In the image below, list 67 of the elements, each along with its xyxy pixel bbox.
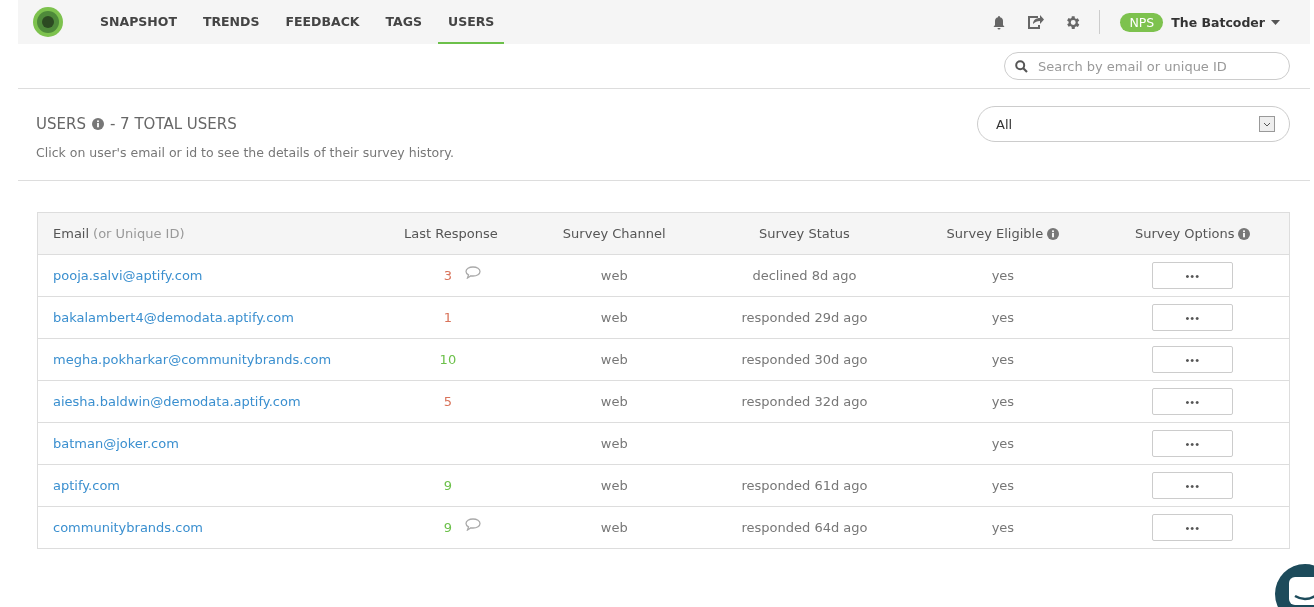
column-header: Survey Channel [562, 226, 666, 241]
options-button[interactable]: ••• [1152, 388, 1234, 415]
table-cell: web [600, 394, 628, 409]
nps-score: 9 [442, 520, 454, 535]
user-email-link[interactable]: batman@joker.com [53, 436, 179, 451]
nps-score: 5 [442, 394, 454, 409]
user-email-link[interactable]: aptify.com [53, 478, 120, 493]
table-cell: yes [991, 268, 1015, 283]
gear-icon[interactable] [1064, 13, 1082, 31]
nps-score: 3 [442, 268, 454, 283]
page-title: USERS [36, 115, 86, 133]
search-input[interactable]: Search by email or unique ID [1036, 57, 1279, 75]
table-cell: web [600, 310, 628, 325]
chat-launcher-icon[interactable] [1275, 564, 1314, 607]
caret-icon [1271, 19, 1280, 25]
column-header: Survey Eligible [946, 226, 1044, 241]
options-button[interactable]: ••• [1152, 430, 1234, 457]
table-cell: yes [991, 478, 1015, 493]
column-header: Survey Status [759, 226, 850, 241]
table-cell: yes [991, 352, 1015, 367]
table-cell: web [600, 352, 628, 367]
table-cell: yes [991, 310, 1015, 325]
nps-score: 9 [442, 478, 454, 493]
user-email-link[interactable]: bakalambert4@demodata.aptify.com [53, 310, 294, 325]
options-button[interactable]: ••• [1152, 304, 1234, 331]
user-email-link[interactable]: pooja.salvi@aptify.com [53, 268, 203, 283]
table-cell: responded 29d ago [741, 310, 868, 325]
instruction-text: Click on user's email or id to see the details of their survey history. [36, 145, 454, 160]
nps-badge: NPS [1120, 12, 1164, 32]
search-icon [1015, 59, 1028, 73]
user-email-link[interactable]: megha.pokharkar@communitybrands.com [53, 352, 332, 367]
user-email-link[interactable]: communitybrands.com [53, 520, 204, 535]
user-count: - 7 TOTAL USERS [109, 115, 237, 133]
options-button[interactable]: ••• [1152, 514, 1234, 541]
table-cell: yes [991, 394, 1015, 409]
logo-icon[interactable] [32, 6, 64, 38]
nav-tab[interactable]: USERS [438, 0, 505, 44]
options-button[interactable]: ••• [1152, 262, 1234, 289]
nps-score: 10 [439, 352, 457, 367]
table-cell: web [600, 478, 628, 493]
table-cell: yes [991, 520, 1015, 535]
column-header: Email [53, 226, 90, 241]
table-cell: responded 61d ago [741, 478, 868, 493]
user-email-link[interactable]: aiesha.baldwin@demodata.aptify.com [53, 394, 301, 409]
table-cell: yes [991, 436, 1015, 451]
table-cell: responded 30d ago [741, 352, 868, 367]
table-cell: web [600, 268, 628, 283]
nav-tab[interactable]: TRENDS [192, 0, 270, 44]
table-cell: web [600, 436, 628, 451]
column-note: (or Unique ID) [93, 226, 185, 241]
table-cell: responded 64d ago [741, 520, 868, 535]
nav-tab[interactable]: TAGS [375, 0, 432, 44]
share-icon[interactable] [1026, 14, 1045, 30]
chevron-icon [1259, 116, 1275, 132]
column-header: Survey Options [1134, 226, 1235, 241]
column-header: Last Response [404, 226, 498, 241]
options-button[interactable]: ••• [1152, 346, 1234, 373]
nav-tab[interactable]: SNAPSHOT [90, 0, 187, 44]
info-icon [91, 118, 104, 130]
options-button[interactable]: ••• [1152, 472, 1234, 499]
table-cell: declined 8d ago [752, 268, 857, 283]
nav-tab[interactable]: FEEDBACK [275, 0, 370, 44]
nps-score: 1 [442, 310, 454, 325]
table-cell: responded 32d ago [741, 394, 868, 409]
table-cell: web [600, 520, 628, 535]
bell-icon[interactable] [992, 14, 1007, 30]
account-menu[interactable]: The Batcoder [1171, 14, 1280, 30]
